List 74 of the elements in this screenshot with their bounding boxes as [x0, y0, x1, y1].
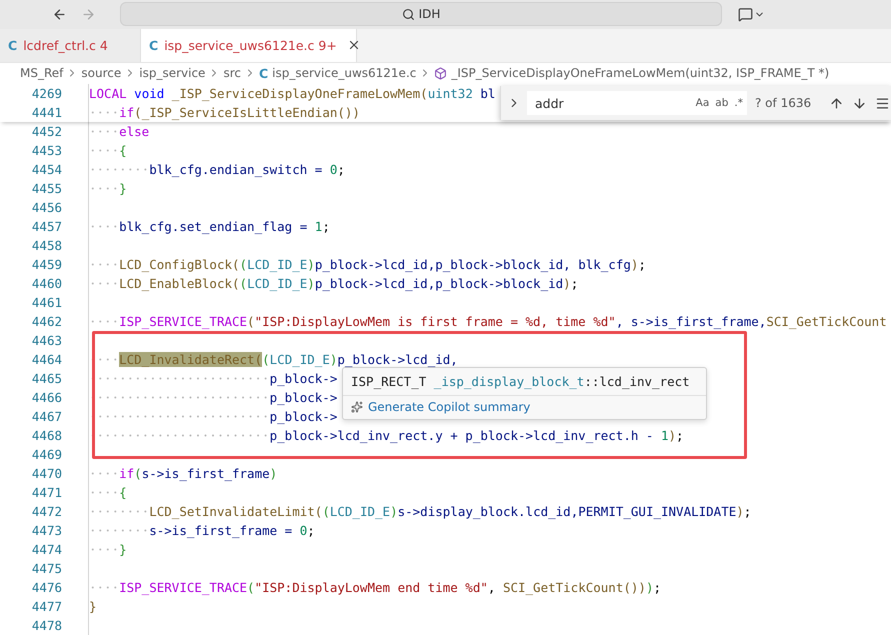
line-number: 4477	[30, 599, 62, 614]
down-arrow-icon[interactable]	[852, 96, 868, 110]
line-number: 4470	[30, 466, 62, 481]
line-number: 4459	[30, 257, 62, 272]
breadcrumb-item[interactable]: _ISP_ServiceDisplayOneFrameLowMem(uint32, ISP_FRAME_T *)	[451, 66, 830, 80]
line-number: 4474	[30, 542, 62, 557]
line-number: 4478	[30, 618, 62, 633]
breadcrumb-item[interactable]: source	[81, 66, 122, 80]
line-number: 4473	[30, 523, 62, 538]
line-number: 4455	[30, 181, 62, 196]
code-line: p_block->	[88, 369, 338, 388]
code-line: p_block->lcd_inv_rect.y + p_block->lcd_inv_rect.h - 1);	[88, 426, 684, 445]
line-number: 4466	[30, 390, 62, 405]
line-number: 4461	[30, 295, 62, 310]
cube-icon	[434, 66, 448, 80]
code-line: {	[88, 483, 127, 502]
breadcrumb-item[interactable]: MS_Ref	[20, 66, 64, 80]
line-number: 4472	[30, 504, 62, 519]
line-number: 4476	[30, 580, 62, 595]
code-line: LCD_EnableBlock((LCD_ID_E)p_block->lcd_id,p_block->block_id);	[88, 274, 578, 293]
line-number: 4456	[30, 200, 62, 215]
chat-icon[interactable]	[738, 6, 765, 22]
line-number: 4467	[30, 409, 62, 424]
menu-icon[interactable]	[875, 96, 890, 110]
code-line: LCD_SetInvalidateLimit((LCD_ID_E)s->display_block.lcd_id,PERMIT_GUI_INVALIDATE);	[88, 502, 752, 521]
line-number: 4468	[30, 428, 62, 443]
code-line: blk_cfg.set_endian_flag = 1;	[88, 217, 330, 236]
command-search-field[interactable]: IDH	[120, 2, 722, 26]
code-line: ISP_SERVICE_TRACE("ISP:DisplayLowMem is first frame = %d, time %d", s->is_first_frame,SCI_GetTickCount	[88, 312, 887, 331]
code-line: }	[88, 540, 127, 559]
line-number: 4462	[30, 314, 62, 329]
line-number: 4454	[30, 162, 62, 177]
code-line: if(s->is_first_frame)	[88, 464, 278, 483]
code-line: }	[88, 597, 97, 616]
line-number: 4452	[30, 124, 62, 139]
code-line: LCD_ConfigBlock((LCD_ID_E)p_block->lcd_id,p_block->block_id, blk_cfg);	[88, 255, 646, 274]
line-number: 4441	[30, 105, 62, 120]
line-number: 4464	[30, 352, 62, 367]
line-number: 4469	[30, 447, 62, 462]
code-line: else	[88, 122, 150, 141]
breadcrumb-item[interactable]: src	[223, 66, 241, 80]
line-number: 4463	[30, 333, 62, 348]
back-arrow-icon[interactable]	[52, 6, 67, 22]
line-number: 4471	[30, 485, 62, 500]
line-number: 4475	[30, 561, 62, 576]
line-number: 4453	[30, 143, 62, 158]
line-number: 4460	[30, 276, 62, 291]
code-line: p_block->	[88, 388, 338, 407]
find-option-toggle[interactable]: ab	[715, 97, 728, 109]
find-option-toggle[interactable]: Aa	[696, 97, 710, 109]
line-number: 4465	[30, 371, 62, 386]
editor-tab[interactable]: C isp_service_uws6121e.c 9+	[141, 28, 357, 62]
code-line: blk_cfg.endian_switch = 0;	[88, 160, 345, 179]
find-option-toggle[interactable]: .*	[734, 97, 743, 109]
line-number: 4269	[30, 86, 62, 101]
code-line: LOCAL void _ISP_ServiceDisplayOneFrameLowMem(uint32 bl	[88, 84, 496, 103]
code-line: s->is_first_frame = 0;	[88, 521, 315, 540]
line-number: 4457	[30, 219, 62, 234]
breadcrumb-item[interactable]: isp_service	[139, 66, 206, 80]
line-number: 4458	[30, 238, 62, 253]
breadcrumb-item[interactable]: isp_service_uws6121e.c	[272, 66, 416, 80]
sparkle-icon	[351, 401, 363, 413]
code-line: }	[88, 179, 127, 198]
code-line: ISP_SERVICE_TRACE("ISP:DisplayLowMem end time %d", SCI_GetTickCount()));	[88, 578, 661, 597]
find-input-field[interactable]: addr Aa ab .*	[527, 91, 747, 115]
code-line: {	[88, 141, 127, 160]
code-line: p_block->	[88, 407, 338, 426]
editor-tab[interactable]: C lcdref_ctrl.c 4	[0, 28, 141, 62]
search-icon	[402, 8, 415, 21]
copilot-summary-link[interactable]: Generate Copilot summary	[343, 396, 706, 419]
code-line: if(_ISP_ServiceIsLittleEndian())	[88, 103, 360, 122]
c-file-icon: C	[258, 66, 268, 81]
hover-signature: ISP_RECT_T _isp_display_block_t::lcd_inv_rect	[343, 368, 706, 396]
match-count: ? of 1636	[755, 96, 812, 110]
